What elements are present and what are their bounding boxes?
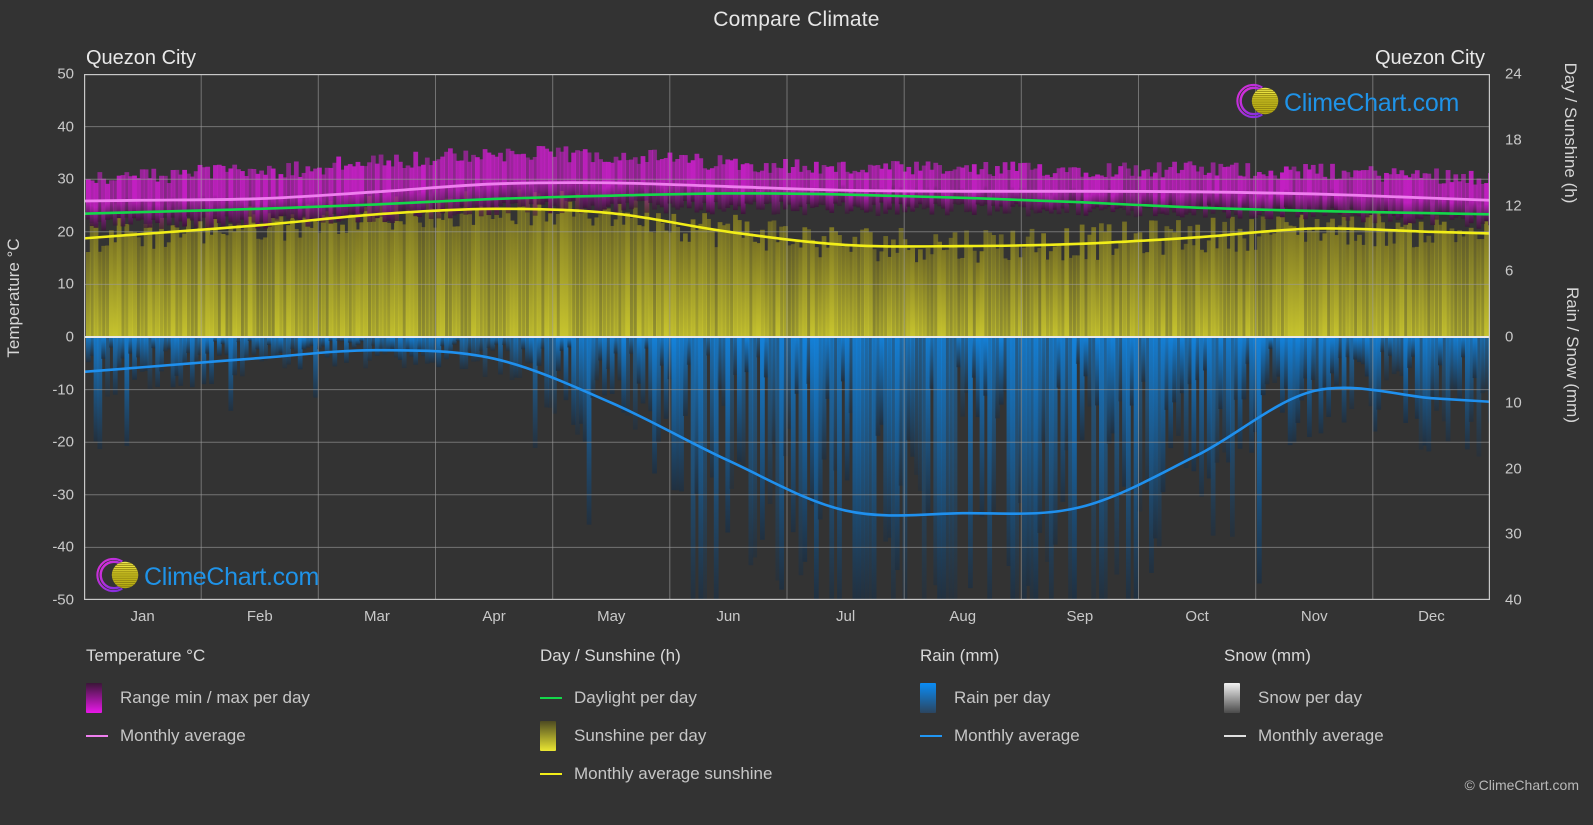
chart-legend: © ClimeChart.com Temperature °C Range min… xyxy=(0,645,1593,815)
climechart-watermark-text: ClimeChart.com xyxy=(144,563,319,591)
y-tick-right-top-1: 18 xyxy=(1505,131,1522,149)
y-tick-left-10: -50 xyxy=(52,591,74,609)
y-tick-left-8: -30 xyxy=(52,486,74,504)
climechart-logo-primary: ClimeChart.com xyxy=(1236,79,1459,128)
y-tick-right-top-3: 6 xyxy=(1505,262,1514,280)
chart-plot-area xyxy=(84,74,1490,600)
legend-item-label: Monthly average sunshine xyxy=(574,764,773,783)
legend-group-temperature-c: Temperature °C Range min / max per day Mon… xyxy=(86,645,310,755)
legend-item-label: Monthly average xyxy=(120,726,246,745)
x-tick-mar: Mar xyxy=(363,608,390,625)
y-tick-left-6: -10 xyxy=(52,381,74,399)
legend-group-title: Rain (mm) xyxy=(920,646,1000,665)
x-tick-aug: Aug xyxy=(949,608,977,625)
legend-swatch-line-icon xyxy=(86,735,108,737)
climechart-logo-icon xyxy=(1236,79,1280,128)
x-tick-may: May xyxy=(597,608,626,625)
chart-svg xyxy=(84,74,1490,600)
y-tick-right-top-0: 24 xyxy=(1505,65,1522,83)
climate-chart-page: Compare Climate Quezon City Quezon City xyxy=(0,0,1593,825)
y-axis-right-top-title: Day / Sunshine (h) xyxy=(1561,62,1580,204)
x-tick-dec: Dec xyxy=(1418,608,1445,625)
legend-item[interactable]: Snow per day xyxy=(1224,679,1384,717)
legend-item-label: Rain per day xyxy=(954,688,1051,707)
x-tick-oct: Oct xyxy=(1185,608,1209,625)
y-tick-right-bottom-1: 10 xyxy=(1505,394,1522,412)
y-tick-right-top-4: 0 xyxy=(1505,328,1514,346)
legend-item-label: Sunshine per day xyxy=(574,726,707,745)
legend-item[interactable]: Monthly average xyxy=(920,717,1080,755)
copyright-label: © ClimeChart.com xyxy=(1464,777,1579,793)
x-tick-apr: Apr xyxy=(482,608,506,625)
y-axis-left-ticks: 50 40 30 20 10 0 -10 -20 -30 -40 -50 xyxy=(28,66,74,609)
legend-group-rain-mm: Rain (mm) Rain per day Monthly average xyxy=(920,645,1080,755)
legend-group-snow-mm: Snow (mm) Snow per day Monthly average xyxy=(1224,645,1384,755)
legend-item[interactable]: Rain per day xyxy=(920,679,1080,717)
legend-item-label: Snow per day xyxy=(1258,688,1362,707)
x-tick-feb: Feb xyxy=(246,608,273,625)
legend-group-title: Day / Sunshine (h) xyxy=(540,646,681,665)
legend-swatch-line-icon xyxy=(540,773,562,775)
y-tick-left-9: -40 xyxy=(52,538,74,556)
y-tick-left-3: 20 xyxy=(57,223,74,241)
y-tick-left-2: 30 xyxy=(57,170,74,188)
y-tick-right-bottom-3: 30 xyxy=(1505,525,1522,543)
legend-item[interactable]: Range min / max per day xyxy=(86,679,310,717)
y-tick-left-5: 0 xyxy=(65,328,74,346)
legend-item[interactable]: Sunshine per day xyxy=(540,717,772,755)
legend-swatch-box-icon xyxy=(86,683,102,713)
y-tick-left-4: 10 xyxy=(57,275,74,293)
y-tick-left-1: 40 xyxy=(57,118,74,136)
legend-item[interactable]: Monthly average xyxy=(1224,717,1384,755)
x-tick-sep: Sep xyxy=(1066,608,1094,625)
legend-swatch-box-icon xyxy=(540,721,556,751)
x-tick-jan: Jan xyxy=(130,608,155,625)
city-label-right: Quezon City xyxy=(1374,47,1485,69)
legend-item-label: Monthly average xyxy=(1258,726,1384,745)
y-tick-left-7: -20 xyxy=(52,433,74,451)
city-label-left: Quezon City xyxy=(86,47,197,69)
legend-item-label: Range min / max per day xyxy=(120,688,310,707)
legend-item-label: Daylight per day xyxy=(574,688,697,707)
x-tick-nov: Nov xyxy=(1300,608,1328,625)
x-tick-jul: Jul xyxy=(835,608,856,625)
x-tick-jun: Jun xyxy=(716,608,741,625)
legend-item[interactable]: Monthly average sunshine xyxy=(540,755,772,793)
legend-swatch-line-icon xyxy=(1224,735,1246,737)
y-tick-right-bottom-4: 40 xyxy=(1505,591,1522,609)
legend-item[interactable]: Daylight per day xyxy=(540,679,772,717)
y-tick-left-0: 50 xyxy=(57,65,74,83)
legend-item[interactable]: Monthly average xyxy=(86,717,310,755)
legend-swatch-line-icon xyxy=(540,697,562,699)
climechart-logo-watermark: ClimeChart.com xyxy=(96,553,319,602)
y-tick-right-top-2: 12 xyxy=(1505,197,1522,214)
page-title: Compare Climate xyxy=(713,8,880,31)
y-axis-right-ticks: 24 18 12 6 0 10 20 30 40 xyxy=(1505,66,1553,609)
legend-swatch-line-icon xyxy=(920,735,942,737)
y-axis-right-bottom-title: Rain / Snow (mm) xyxy=(1563,286,1582,424)
y-axis-left-title: Temperature °C xyxy=(4,238,23,358)
climechart-logo-text: ClimeChart.com xyxy=(1284,89,1459,117)
y-tick-right-bottom-2: 20 xyxy=(1505,460,1522,477)
x-axis-ticks: Jan Feb Mar Apr May Jun Jul Aug Sep Oct Nov Dec xyxy=(84,608,1490,632)
legend-item-label: Monthly average xyxy=(954,726,1080,745)
legend-group-title: Snow (mm) xyxy=(1224,646,1311,665)
legend-group-title: Temperature °C xyxy=(86,646,206,665)
legend-group-day-sunshine-h: Day / Sunshine (h) Daylight per day Sunshi… xyxy=(540,645,772,793)
legend-swatch-box-icon xyxy=(920,683,936,713)
legend-swatch-box-icon xyxy=(1224,683,1240,713)
climechart-watermark-icon xyxy=(96,553,140,602)
